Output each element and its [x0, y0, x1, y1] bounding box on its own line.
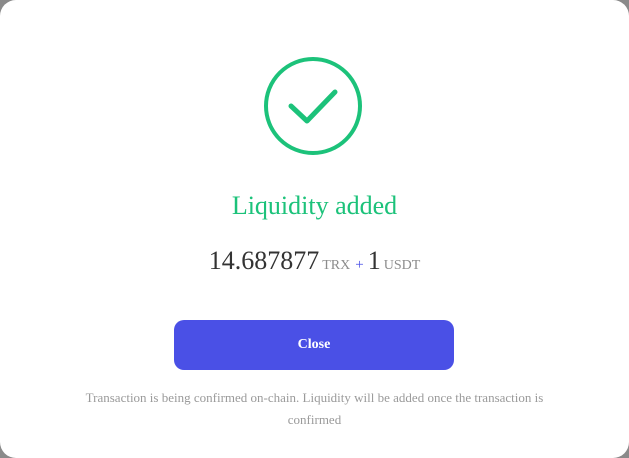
amount-trx: 14.687877	[208, 246, 320, 275]
plus-sign: +	[355, 257, 364, 273]
dialog-title: Liquidity added	[231, 191, 398, 220]
close-button[interactable]: Close	[174, 320, 454, 370]
amount-usdt: 1	[367, 246, 381, 275]
token-usdt-label: USDT	[383, 258, 421, 273]
check-circle-icon	[263, 56, 363, 156]
liquidity-added-dialog: Liquidity added 14.687877 TRX +1 USDT Close…	[0, 0, 629, 458]
token-trx-label: TRX	[322, 258, 351, 273]
liquidity-amounts: 14.687877 TRX +1 USDT	[0, 245, 629, 282]
confirmation-note: Transaction is being confirmed on-chain.…	[85, 390, 544, 427]
